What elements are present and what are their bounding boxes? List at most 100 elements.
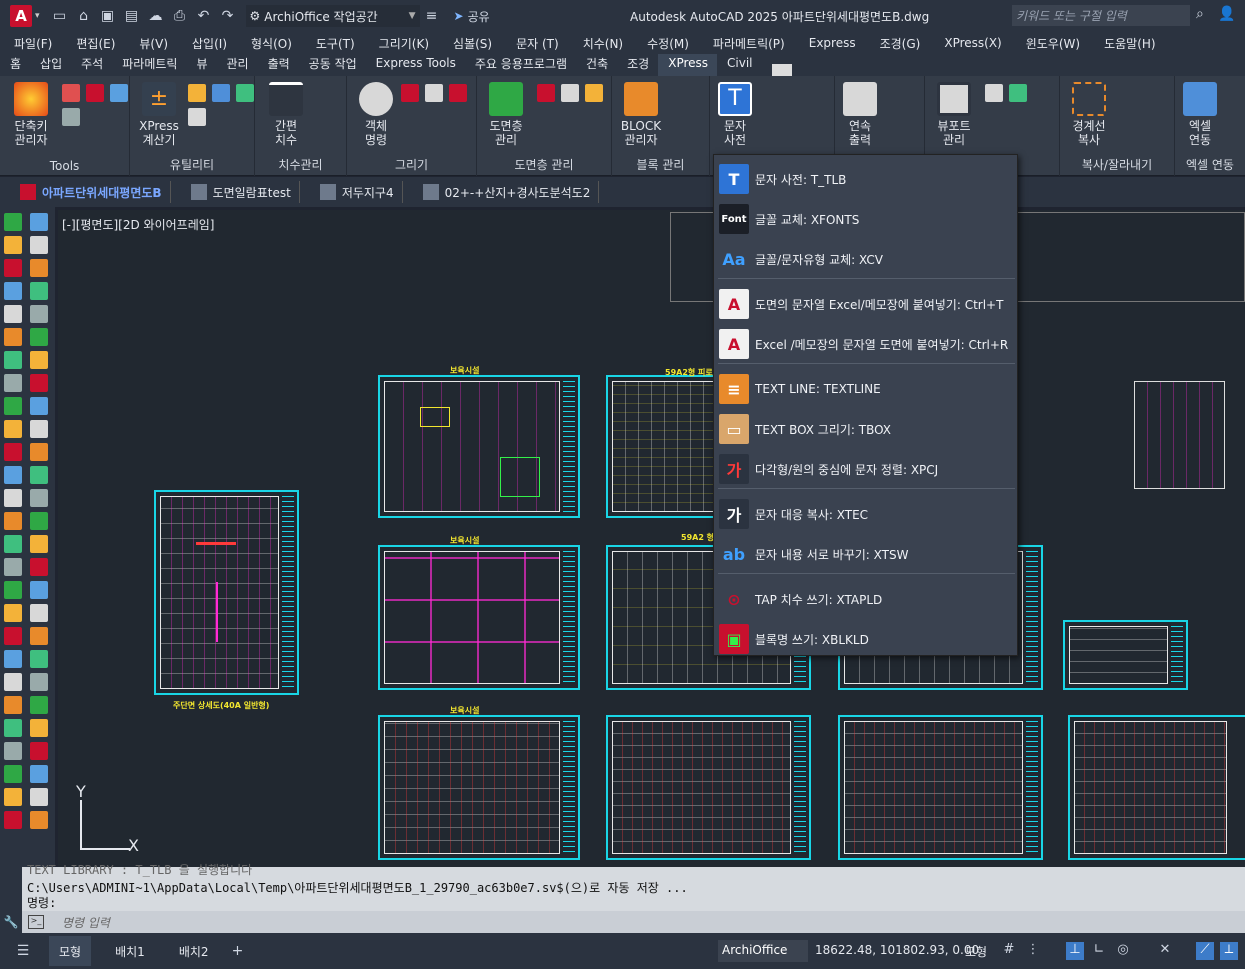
toolbar-tool-icon[interactable] <box>4 581 22 599</box>
isodraft-icon[interactable]: ⟋ <box>1196 942 1214 960</box>
copy-icon[interactable] <box>985 84 1003 102</box>
ribbon-tab[interactable]: 삽입 <box>30 54 71 76</box>
ribbon-tab[interactable]: Express Tools <box>366 54 465 76</box>
toolbar-tool-icon[interactable] <box>4 719 22 737</box>
rectangle-icon[interactable] <box>401 84 419 102</box>
ribbon-minimize-icon[interactable] <box>771 64 792 76</box>
measure-icon[interactable] <box>110 84 128 102</box>
ortho-icon[interactable]: ∟ <box>1090 942 1108 960</box>
save-as-icon[interactable]: ▤ <box>123 7 141 25</box>
menu-item[interactable]: 삽입(I) <box>192 35 227 52</box>
menu-item[interactable]: 뷰(V) <box>139 35 168 52</box>
drawing-sheet[interactable] <box>378 715 580 860</box>
toolbar-tool-icon[interactable] <box>30 236 48 254</box>
toolbar-tool-icon[interactable] <box>30 213 48 231</box>
document-tab[interactable]: 아파트단위세대평면도B <box>12 181 171 203</box>
toolbar-tool-icon[interactable] <box>30 466 48 484</box>
open-folder-icon[interactable]: ⌂ <box>75 7 93 25</box>
block-manager-button[interactable]: BLOCK 관리자 <box>616 82 666 147</box>
ribbon-tab[interactable]: 뷰 <box>186 54 216 76</box>
add-layout-icon[interactable]: + <box>229 942 247 960</box>
menu-item[interactable]: 파라메트릭(P) <box>713 35 785 52</box>
hamburger-menu-icon[interactable]: ☰ <box>14 942 32 960</box>
toolbar-tool-icon[interactable] <box>4 512 22 530</box>
toolbar-tool-icon[interactable] <box>4 420 22 438</box>
user-icon[interactable]: 👤 <box>1218 6 1235 22</box>
toolbar-tool-icon[interactable] <box>4 443 22 461</box>
draw-icon[interactable] <box>236 84 254 102</box>
layout-tab[interactable]: 배치2 <box>169 943 219 960</box>
ribbon-tab[interactable]: 조경 <box>617 54 658 76</box>
shortcut-manager-button[interactable]: 단축키 관리자 <box>6 82 56 147</box>
toolbar-tool-icon[interactable] <box>4 397 22 415</box>
drawing-sheet[interactable] <box>1128 375 1245 495</box>
ribbon-tab[interactable]: 주요 응용프로그램 <box>465 54 576 76</box>
toolbar-tool-icon[interactable] <box>30 765 48 783</box>
toolbar-tool-icon[interactable] <box>4 282 22 300</box>
ribbon-tab[interactable]: 공동 작업 <box>299 54 366 76</box>
ribbon-tab[interactable]: 관리 <box>216 54 257 76</box>
toolbar-tool-icon[interactable] <box>4 489 22 507</box>
settings-icon[interactable] <box>62 108 80 126</box>
search-icon[interactable]: ⌕ <box>1196 6 1204 22</box>
dropdown-menu-item[interactable]: ≡ TEXT LINE: TEXTLINE <box>714 369 1019 409</box>
menu-item[interactable]: 심볼(S) <box>453 35 492 52</box>
toolbar-tool-icon[interactable] <box>30 512 48 530</box>
menu-item[interactable]: XPress(X) <box>944 36 1001 50</box>
drawing-sheet[interactable] <box>838 715 1043 860</box>
menu-item[interactable]: 그리기(K) <box>379 35 429 52</box>
pencil-icon[interactable] <box>86 84 104 102</box>
toolbar-tool-icon[interactable] <box>4 604 22 622</box>
toolbar-tool-icon[interactable] <box>4 305 22 323</box>
new-file-icon[interactable]: ▭ <box>51 7 69 25</box>
drawing-sheet[interactable] <box>154 490 299 695</box>
menu-item[interactable]: 조경(G) <box>880 35 921 52</box>
toolbar-tool-icon[interactable] <box>4 673 22 691</box>
toolbar-tool-icon[interactable] <box>30 420 48 438</box>
workspace-selector[interactable]: ⚙ ArchiOffice 작업공간 ▼ <box>245 5 420 27</box>
drawing-sheet[interactable] <box>378 545 580 690</box>
dropdown-menu-item[interactable]: ▭ TEXT BOX 그리기: TBOX <box>714 409 1019 449</box>
ribbon-tab[interactable]: 파라메트릭 <box>112 54 186 76</box>
menu-item[interactable]: 수정(M) <box>647 35 689 52</box>
toolbar-tool-icon[interactable] <box>30 443 48 461</box>
ribbon-tab[interactable]: XPress <box>658 54 718 76</box>
ribbon-tab[interactable]: 건축 <box>576 54 617 76</box>
ribbon-tab[interactable]: 주석 <box>71 54 112 76</box>
drawing-sheet[interactable] <box>1068 715 1245 860</box>
toolbar-tool-icon[interactable] <box>4 627 22 645</box>
toolbar-tool-icon[interactable] <box>4 259 22 277</box>
snap-icon[interactable]: ⋮ <box>1024 942 1042 960</box>
drawing-canvas[interactable]: [-][평면도][2D 와이어프레임] 주단면 상세도(40A 일반형) 보육시… <box>58 210 1245 867</box>
lines-icon[interactable] <box>188 108 206 126</box>
toolbar-tool-icon[interactable] <box>30 696 48 714</box>
dropdown-menu-item[interactable]: ⊙ TAP 치수 쓰기: XTAPLD <box>714 579 1019 619</box>
simple-dimension-button[interactable]: 간편 치수 <box>261 82 311 147</box>
object-command-button[interactable]: 객체 명령 <box>351 82 401 147</box>
excel-link-button[interactable]: 엑셀 연동 <box>1175 82 1225 147</box>
text-dictionary-button[interactable]: T 문자 사전 <box>710 82 760 147</box>
layout-tab[interactable]: 모형 <box>49 936 92 966</box>
toolbar-tool-icon[interactable] <box>30 397 48 415</box>
menu-item[interactable]: 문자 (T) <box>516 35 559 52</box>
command-prompt-icon[interactable]: >_ <box>28 915 44 929</box>
edit-icon[interactable] <box>188 84 206 102</box>
dropdown-menu-item[interactable]: T 문자 사전: T_TLB <box>714 159 1019 199</box>
toolbar-tool-icon[interactable] <box>4 558 22 576</box>
toolbar-tool-icon[interactable] <box>30 581 48 599</box>
save-icon[interactable]: ▣ <box>99 7 117 25</box>
menu-item[interactable]: Express <box>809 36 856 50</box>
ribbon-tab[interactable]: 홈 <box>0 54 30 76</box>
toolbar-tool-icon[interactable] <box>30 811 48 829</box>
menu-item[interactable]: 치수(N) <box>583 35 623 52</box>
toolbar-tool-icon[interactable] <box>4 811 22 829</box>
toolbar-tool-icon[interactable] <box>4 374 22 392</box>
dropdown-menu-item[interactable]: ▣ 블록명 쓰기: XBLKLD <box>714 619 1019 659</box>
xpress-calculator-button[interactable]: ± XPress 계산기 <box>134 82 184 147</box>
toolbar-tool-icon[interactable] <box>4 328 22 346</box>
toolbar-tool-icon[interactable] <box>30 788 48 806</box>
menu-item[interactable]: 도움말(H) <box>1104 35 1156 52</box>
grid-icon[interactable]: # <box>1000 942 1018 960</box>
dropdown-menu-item[interactable]: A Excel /메모장의 문자열 도면에 붙여넣기: Ctrl+R <box>714 324 1019 364</box>
share-button[interactable]: ➤ 공유 <box>454 8 490 25</box>
